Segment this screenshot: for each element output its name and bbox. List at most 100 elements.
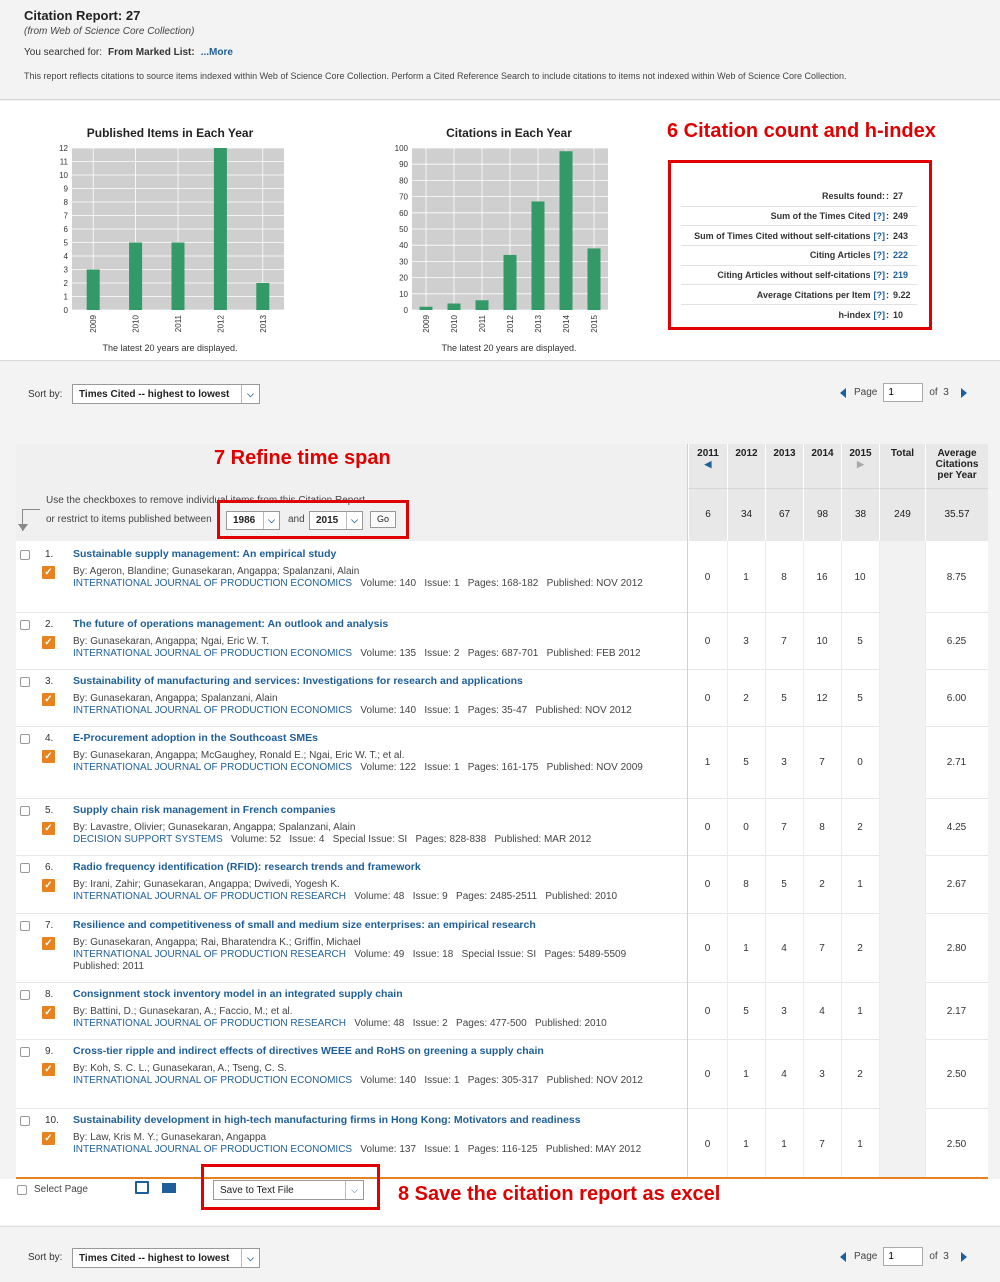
record-divider: [16, 726, 988, 727]
record-journal-link[interactable]: INTERNATIONAL JOURNAL OF PRODUCTION RESE…: [73, 891, 346, 902]
record-source: INTERNATIONAL JOURNAL OF PRODUCTION ECON…: [73, 1075, 673, 1087]
record-checkbox[interactable]: [20, 1047, 30, 1057]
prev-year-icon[interactable]: ◀: [689, 459, 727, 470]
help-link[interactable]: [?]: [874, 250, 886, 260]
annotation-6: 6 Citation count and h-index: [667, 120, 936, 142]
year-cite-count: 7: [819, 1139, 825, 1150]
record-title-link[interactable]: The future of operations management: An …: [73, 618, 388, 630]
year-cite-count: 7: [819, 943, 825, 954]
select-page-checkbox[interactable]: [17, 1185, 27, 1195]
column-divider: [727, 541, 728, 1177]
record-checkbox[interactable]: [20, 806, 30, 816]
search-summary: You searched for: From Marked List: ...Mor…: [24, 47, 233, 58]
help-link[interactable]: [?]: [874, 231, 886, 241]
record-number: 2.: [45, 619, 54, 630]
record-title-link[interactable]: Resilience and competitiveness of small …: [73, 919, 536, 931]
record-journal-link[interactable]: INTERNATIONAL JOURNAL OF PRODUCTION ECON…: [73, 648, 352, 659]
chart2-ytick: 40: [399, 241, 408, 250]
sort-value: Times Cited -- highest to lowest: [79, 388, 230, 400]
sort-select-bottom[interactable]: Times Cited -- highest to lowest ⌵: [72, 1248, 260, 1268]
record-checkbox[interactable]: [20, 677, 30, 687]
print-icon[interactable]: [135, 1181, 149, 1194]
to-year-select[interactable]: 2015 ⌵: [309, 511, 363, 530]
next-year-icon[interactable]: ▶: [842, 459, 879, 470]
record-title-link[interactable]: Radio frequency identification (RFID): r…: [73, 861, 421, 873]
record-divider: [16, 982, 988, 983]
record-selected-checkbox[interactable]: ✓: [42, 937, 55, 950]
record-checkbox[interactable]: [20, 1116, 30, 1126]
help-link[interactable]: [?]: [874, 290, 886, 300]
record-selected-checkbox[interactable]: ✓: [42, 636, 55, 649]
year-cite-count: 1: [743, 1069, 749, 1080]
prev-page-icon[interactable]: [840, 387, 846, 398]
record-title-link[interactable]: Sustainability development in high-tech …: [73, 1114, 581, 1126]
record-selected-checkbox[interactable]: ✓: [42, 750, 55, 763]
stat-value[interactable]: 219: [893, 270, 917, 280]
chart2-bar: [503, 254, 517, 310]
record-average: 6.25: [946, 636, 967, 647]
save-select[interactable]: Save to Text File ⌵: [213, 1180, 364, 1200]
prev-page-icon[interactable]: [840, 1251, 846, 1262]
sort-select[interactable]: Times Cited -- highest to lowest ⌵: [72, 384, 260, 404]
next-page-icon[interactable]: [960, 387, 967, 398]
record-selected-checkbox[interactable]: ✓: [42, 1063, 55, 1076]
record-checkbox[interactable]: [20, 921, 30, 931]
record-checkbox[interactable]: [20, 620, 30, 630]
page-label: Page: [854, 1251, 878, 1262]
annotation-7: 7 Refine time span: [214, 447, 391, 469]
help-link[interactable]: [?]: [874, 310, 886, 320]
go-button[interactable]: Go: [370, 511, 396, 528]
record-source: INTERNATIONAL JOURNAL OF PRODUCTION ECON…: [73, 578, 673, 590]
chart1-ytick: 12: [59, 144, 68, 153]
report-header: Citation Report: 27 (from Web of Science…: [0, 0, 1000, 100]
record-checkbox[interactable]: [20, 990, 30, 1000]
record-selected-checkbox[interactable]: ✓: [42, 1006, 55, 1019]
record-journal-link[interactable]: INTERNATIONAL JOURNAL OF PRODUCTION RESE…: [73, 949, 346, 960]
record-journal-link[interactable]: INTERNATIONAL JOURNAL OF PRODUCTION ECON…: [73, 578, 352, 589]
record-divider: [16, 669, 988, 670]
chart1-xtick: 2012: [216, 314, 225, 332]
record-journal-link[interactable]: INTERNATIONAL JOURNAL OF PRODUCTION ECON…: [73, 1144, 352, 1155]
help-link[interactable]: [?]: [874, 270, 886, 280]
year-cite-count: 7: [781, 822, 787, 833]
chart1-ytick: 0: [64, 306, 69, 315]
record-details: Volume: 48 Issue: 2 Pages: 477-500 Publi…: [346, 1018, 607, 1029]
page-input-bottom[interactable]: [883, 1247, 924, 1266]
record-title-link[interactable]: Supply chain risk management in French c…: [73, 804, 336, 816]
record-title-link[interactable]: Sustainability of manufacturing and serv…: [73, 675, 523, 687]
email-icon[interactable]: [162, 1183, 176, 1193]
record-journal-link[interactable]: INTERNATIONAL JOURNAL OF PRODUCTION RESE…: [73, 1018, 346, 1029]
stat-value[interactable]: 222: [893, 250, 917, 260]
chart2-ytick: 90: [399, 160, 408, 169]
average-header: Average Citations per Year: [925, 444, 988, 488]
next-page-icon[interactable]: [960, 1251, 967, 1262]
from-year-select[interactable]: 1986 ⌵: [226, 511, 280, 530]
of-label: of: [929, 387, 938, 398]
record-journal-link[interactable]: DECISION SUPPORT SYSTEMS: [73, 834, 223, 845]
record-selected-checkbox[interactable]: ✓: [42, 822, 55, 835]
record-checkbox[interactable]: [20, 734, 30, 744]
record-checkbox[interactable]: [20, 550, 30, 560]
stat-value: 243: [893, 230, 909, 241]
select-page-label: Select Page: [34, 1184, 88, 1195]
year-cite-count: 7: [781, 636, 787, 647]
record-title-link[interactable]: Sustainable supply management: An empiri…: [73, 548, 336, 560]
page-input[interactable]: [883, 383, 924, 402]
record-journal-link[interactable]: INTERNATIONAL JOURNAL OF PRODUCTION ECON…: [73, 705, 352, 716]
column-total: 98: [803, 488, 841, 541]
record-selected-checkbox[interactable]: ✓: [42, 1132, 55, 1145]
record-checkbox[interactable]: [20, 863, 30, 873]
record-selected-checkbox[interactable]: ✓: [42, 693, 55, 706]
record-title-link[interactable]: Consignment stock inventory model in an …: [73, 988, 403, 1000]
record-title-link[interactable]: Cross-tier ripple and indirect effects o…: [73, 1045, 544, 1057]
record-journal-link[interactable]: INTERNATIONAL JOURNAL OF PRODUCTION ECON…: [73, 1075, 352, 1086]
record-average: 4.25: [946, 822, 967, 833]
record-selected-checkbox[interactable]: ✓: [42, 879, 55, 892]
record-title-link[interactable]: E-Procurement adoption in the Southcoast…: [73, 732, 318, 744]
record-selected-checkbox[interactable]: ✓: [42, 566, 55, 579]
chart1-ytick: 10: [59, 171, 68, 180]
year-cite-count: 12: [816, 693, 828, 704]
more-link[interactable]: ...More: [201, 47, 233, 58]
help-link[interactable]: [?]: [874, 211, 886, 221]
record-journal-link[interactable]: INTERNATIONAL JOURNAL OF PRODUCTION ECON…: [73, 762, 352, 773]
